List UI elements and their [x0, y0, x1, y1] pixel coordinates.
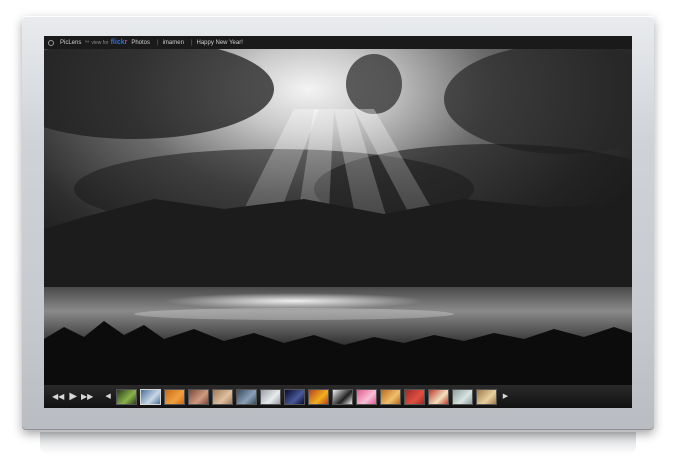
- thumbnail[interactable]: [235, 388, 257, 405]
- thumbnail[interactable]: [355, 388, 377, 405]
- thumbnail[interactable]: [115, 388, 137, 405]
- breadcrumb-photos[interactable]: Photos: [131, 40, 150, 46]
- fast-forward-icon[interactable]: ▶▶: [81, 392, 93, 401]
- flickr-logo-part-b: r: [124, 39, 128, 46]
- view-for-label: view for: [91, 39, 109, 46]
- breadcrumb-user[interactable]: imamen: [163, 40, 184, 46]
- filmstrip-bar: ◀◀ ▶ ▶▶ ◀ ▶: [44, 385, 632, 408]
- trademark: ™: [84, 39, 90, 46]
- monitor-reflection: [40, 432, 636, 454]
- thumbnail[interactable]: [403, 388, 425, 405]
- main-photo-image: [44, 49, 632, 385]
- stage: PicLens ™ view for flick r Photos | imame…: [0, 0, 680, 463]
- thumbnail[interactable]: [379, 388, 401, 405]
- breadcrumb-separator: |: [157, 39, 159, 46]
- thumbnail[interactable]: [163, 388, 185, 405]
- thumbnail[interactable]: [331, 388, 353, 405]
- photo-title: Happy New Year!: [196, 39, 243, 46]
- monitor-bezel: PicLens ™ view for flick r Photos | imame…: [22, 16, 654, 430]
- thumbnail[interactable]: [307, 388, 329, 405]
- play-icon[interactable]: ▶: [69, 391, 77, 401]
- thumbnail[interactable]: [451, 388, 473, 405]
- breadcrumb-separator: |: [190, 39, 193, 46]
- thumbnail[interactable]: [283, 388, 305, 405]
- main-photo[interactable]: [44, 49, 632, 385]
- flickr-logo-part-a: flick: [110, 39, 125, 46]
- app-menu-icon[interactable]: [48, 39, 54, 46]
- screen: PicLens ™ view for flick r Photos | imame…: [44, 36, 632, 408]
- thumbnail[interactable]: [139, 388, 161, 405]
- thumbnail[interactable]: [475, 388, 497, 405]
- thumbnail[interactable]: [187, 388, 209, 405]
- title-bar: PicLens ™ view for flick r Photos | imame…: [44, 36, 632, 49]
- rewind-icon[interactable]: ◀◀: [52, 392, 64, 401]
- thumbnail[interactable]: [259, 388, 281, 405]
- thumbnail[interactable]: [211, 388, 233, 405]
- previous-page-icon[interactable]: ◀: [105, 393, 110, 401]
- next-page-icon[interactable]: ▶: [503, 393, 508, 401]
- thumbnail[interactable]: [427, 388, 449, 405]
- app-name: PicLens: [60, 39, 82, 46]
- thumbnail-strip: [115, 388, 497, 405]
